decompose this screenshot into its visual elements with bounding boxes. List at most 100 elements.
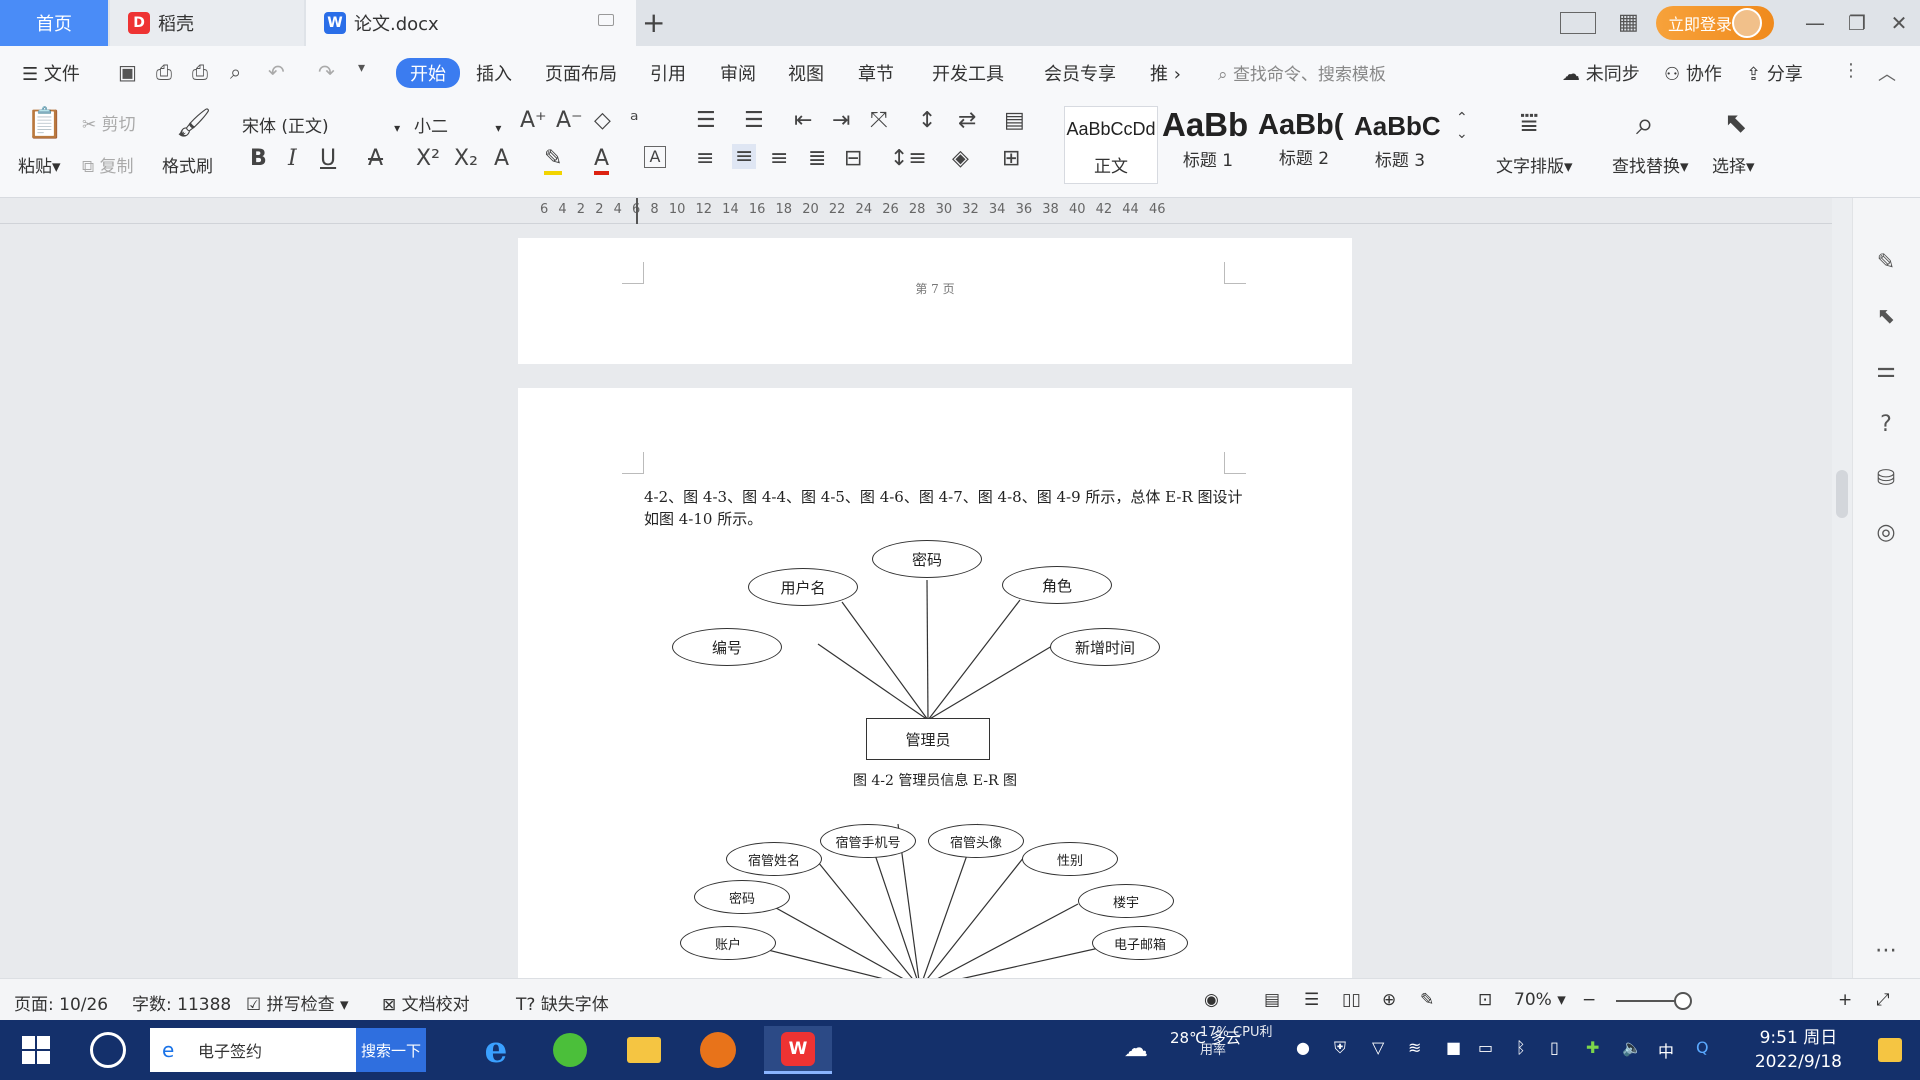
- tab-references[interactable]: 引用: [650, 60, 686, 86]
- outline-view-icon[interactable]: ☰: [1304, 990, 1319, 1010]
- format-painter-icon[interactable]: 🖌: [176, 106, 212, 139]
- tray-shield-icon[interactable]: ⛨: [1334, 1038, 1346, 1058]
- tab-home[interactable]: 首页: [0, 0, 108, 46]
- style-heading2[interactable]: AaBb( 标题 2: [1258, 106, 1350, 184]
- cursor-select-icon[interactable]: ⬉: [1724, 106, 1747, 139]
- align-left-icon[interactable]: ≡: [696, 146, 714, 171]
- font-size-select[interactable]: 小二 ▾: [414, 112, 501, 137]
- style-normal[interactable]: AaBbCcDd 正文: [1064, 106, 1158, 184]
- format-painter-button[interactable]: 格式刷: [162, 152, 213, 177]
- print-icon[interactable]: ⎙: [192, 60, 208, 84]
- fit-page-icon[interactable]: ⊡: [1478, 990, 1492, 1010]
- italic-icon[interactable]: I: [288, 146, 297, 171]
- search-icon[interactable]: ⌕: [1636, 104, 1654, 143]
- eye-protection-icon[interactable]: ◉: [1204, 990, 1219, 1010]
- zoom-out-icon[interactable]: −: [1582, 990, 1596, 1010]
- vertical-scrollbar[interactable]: [1832, 198, 1852, 978]
- tab-dev-tools[interactable]: 开发工具: [932, 60, 1004, 86]
- ime-indicator[interactable]: 中: [1658, 1038, 1674, 1062]
- volume-icon[interactable]: 🔈: [1622, 1038, 1642, 1057]
- file-explorer-icon[interactable]: [616, 1026, 672, 1074]
- indent-marker[interactable]: [636, 198, 648, 224]
- weather-cloud-icon[interactable]: ☁: [1124, 1034, 1148, 1062]
- minimize-icon[interactable]: —: [1800, 8, 1830, 38]
- tray-green-icon[interactable]: ■: [1446, 1038, 1461, 1057]
- 360-browser-icon[interactable]: [542, 1026, 598, 1074]
- bullets-icon[interactable]: ☰: [696, 108, 716, 133]
- compass-icon[interactable]: ◎: [1873, 520, 1899, 546]
- more-options-icon[interactable]: ⋯: [1873, 938, 1899, 964]
- sort-icon[interactable]: ↕: [918, 108, 936, 133]
- tray-q-icon[interactable]: Q: [1696, 1038, 1709, 1057]
- login-button[interactable]: 立即登录: [1656, 6, 1774, 40]
- ruler-icon[interactable]: ▤: [1004, 108, 1025, 133]
- tab-insert[interactable]: 插入: [476, 60, 512, 86]
- tab-recommend[interactable]: 推 ›: [1150, 60, 1181, 86]
- layout-icon[interactable]: [1560, 12, 1596, 34]
- windows-start-icon[interactable]: [22, 1036, 50, 1064]
- increase-indent-icon[interactable]: ⇥: [832, 108, 850, 133]
- collab-button[interactable]: ⚇ 协作: [1664, 60, 1722, 86]
- tray-app-icon[interactable]: ●: [1296, 1038, 1310, 1057]
- tray-security-icon[interactable]: ▽: [1372, 1038, 1384, 1057]
- chevron-down-icon[interactable]: ▾: [358, 60, 365, 76]
- sliders-icon[interactable]: ⚌: [1873, 358, 1899, 384]
- find-replace-button[interactable]: 查找替换▾: [1612, 152, 1689, 177]
- wps-writer-icon[interactable]: W: [764, 1026, 832, 1074]
- app-mascot-icon[interactable]: [690, 1026, 746, 1074]
- tab-chapter[interactable]: 章节: [858, 60, 894, 86]
- share-button[interactable]: ⇪ 分享: [1746, 60, 1803, 86]
- help-icon[interactable]: ?: [1873, 412, 1899, 438]
- underline-icon[interactable]: U: [320, 146, 336, 171]
- close-icon[interactable]: ✕: [1884, 8, 1914, 38]
- grow-font-icon[interactable]: A⁺: [520, 108, 547, 133]
- clear-format-icon[interactable]: ◇: [594, 108, 611, 133]
- borders-icon[interactable]: ⊞: [1002, 146, 1020, 171]
- strikethrough-icon[interactable]: A: [368, 146, 383, 171]
- tab-review[interactable]: 审阅: [720, 60, 756, 86]
- swap-icon[interactable]: ⇄: [958, 108, 976, 133]
- wifi-icon[interactable]: ≋: [1408, 1038, 1421, 1057]
- phonetic-icon[interactable]: ᵃ: [630, 108, 639, 133]
- zoom-select[interactable]: 70% ▾: [1514, 990, 1566, 1010]
- paste-button[interactable]: 粘贴▾: [18, 152, 61, 177]
- taskbar-search-input[interactable]: e 电子签约: [150, 1028, 356, 1072]
- scrollbar-thumb[interactable]: [1836, 470, 1848, 518]
- page-indicator[interactable]: 页面: 10/26: [14, 990, 108, 1015]
- style-heading3[interactable]: AaBbC 标题 3: [1354, 106, 1446, 184]
- monitor-icon[interactable]: [598, 14, 614, 26]
- numbering-icon[interactable]: ☰: [744, 108, 764, 133]
- notification-icon[interactable]: [1878, 1038, 1902, 1062]
- shrink-font-icon[interactable]: A⁻: [556, 108, 583, 133]
- tab-start[interactable]: 开始: [396, 58, 460, 88]
- read-view-icon[interactable]: ▯▯: [1342, 990, 1361, 1010]
- pointer-icon[interactable]: ⬉: [1873, 304, 1899, 330]
- shading-icon[interactable]: ◈: [952, 146, 969, 171]
- tab-member[interactable]: 会员专享: [1044, 60, 1116, 86]
- copy-button[interactable]: ⧉ 复制: [82, 152, 134, 177]
- write-view-icon[interactable]: ✎: [1420, 990, 1434, 1010]
- backup-icon[interactable]: ⛁: [1873, 466, 1899, 492]
- clock[interactable]: 9:51 周日 2022/9/18: [1755, 1026, 1842, 1074]
- pen-icon[interactable]: ✎: [1873, 250, 1899, 276]
- font-family-select[interactable]: 宋体 (正文) ▾: [242, 112, 400, 137]
- export-pdf-icon[interactable]: ⎙: [156, 60, 172, 84]
- redo-icon[interactable]: ↷: [318, 60, 335, 84]
- ie-browser-icon[interactable]: e: [468, 1026, 524, 1074]
- save-icon[interactable]: ▣: [118, 60, 137, 84]
- page-view-icon[interactable]: ▤: [1264, 990, 1280, 1010]
- select-button[interactable]: 选择▾: [1712, 152, 1755, 177]
- zoom-in-icon[interactable]: +: [1838, 990, 1852, 1010]
- text-layout-icon[interactable]: ⩸: [1520, 106, 1538, 141]
- decrease-indent-icon[interactable]: ⇤: [794, 108, 812, 133]
- char-border-icon[interactable]: A: [644, 146, 666, 168]
- taskbar-search-button[interactable]: 搜索一下: [356, 1028, 426, 1072]
- align-right-icon[interactable]: ≡: [770, 146, 788, 171]
- tray-plus-icon[interactable]: ✚: [1586, 1038, 1599, 1057]
- text-effect-icon[interactable]: A: [494, 146, 509, 171]
- collapse-ribbon-icon[interactable]: ︿: [1878, 60, 1896, 86]
- font-color-icon[interactable]: A: [594, 146, 610, 175]
- bold-icon[interactable]: B: [250, 146, 267, 171]
- tab-view[interactable]: 视图: [788, 60, 824, 86]
- justify-icon[interactable]: ≣: [808, 146, 826, 171]
